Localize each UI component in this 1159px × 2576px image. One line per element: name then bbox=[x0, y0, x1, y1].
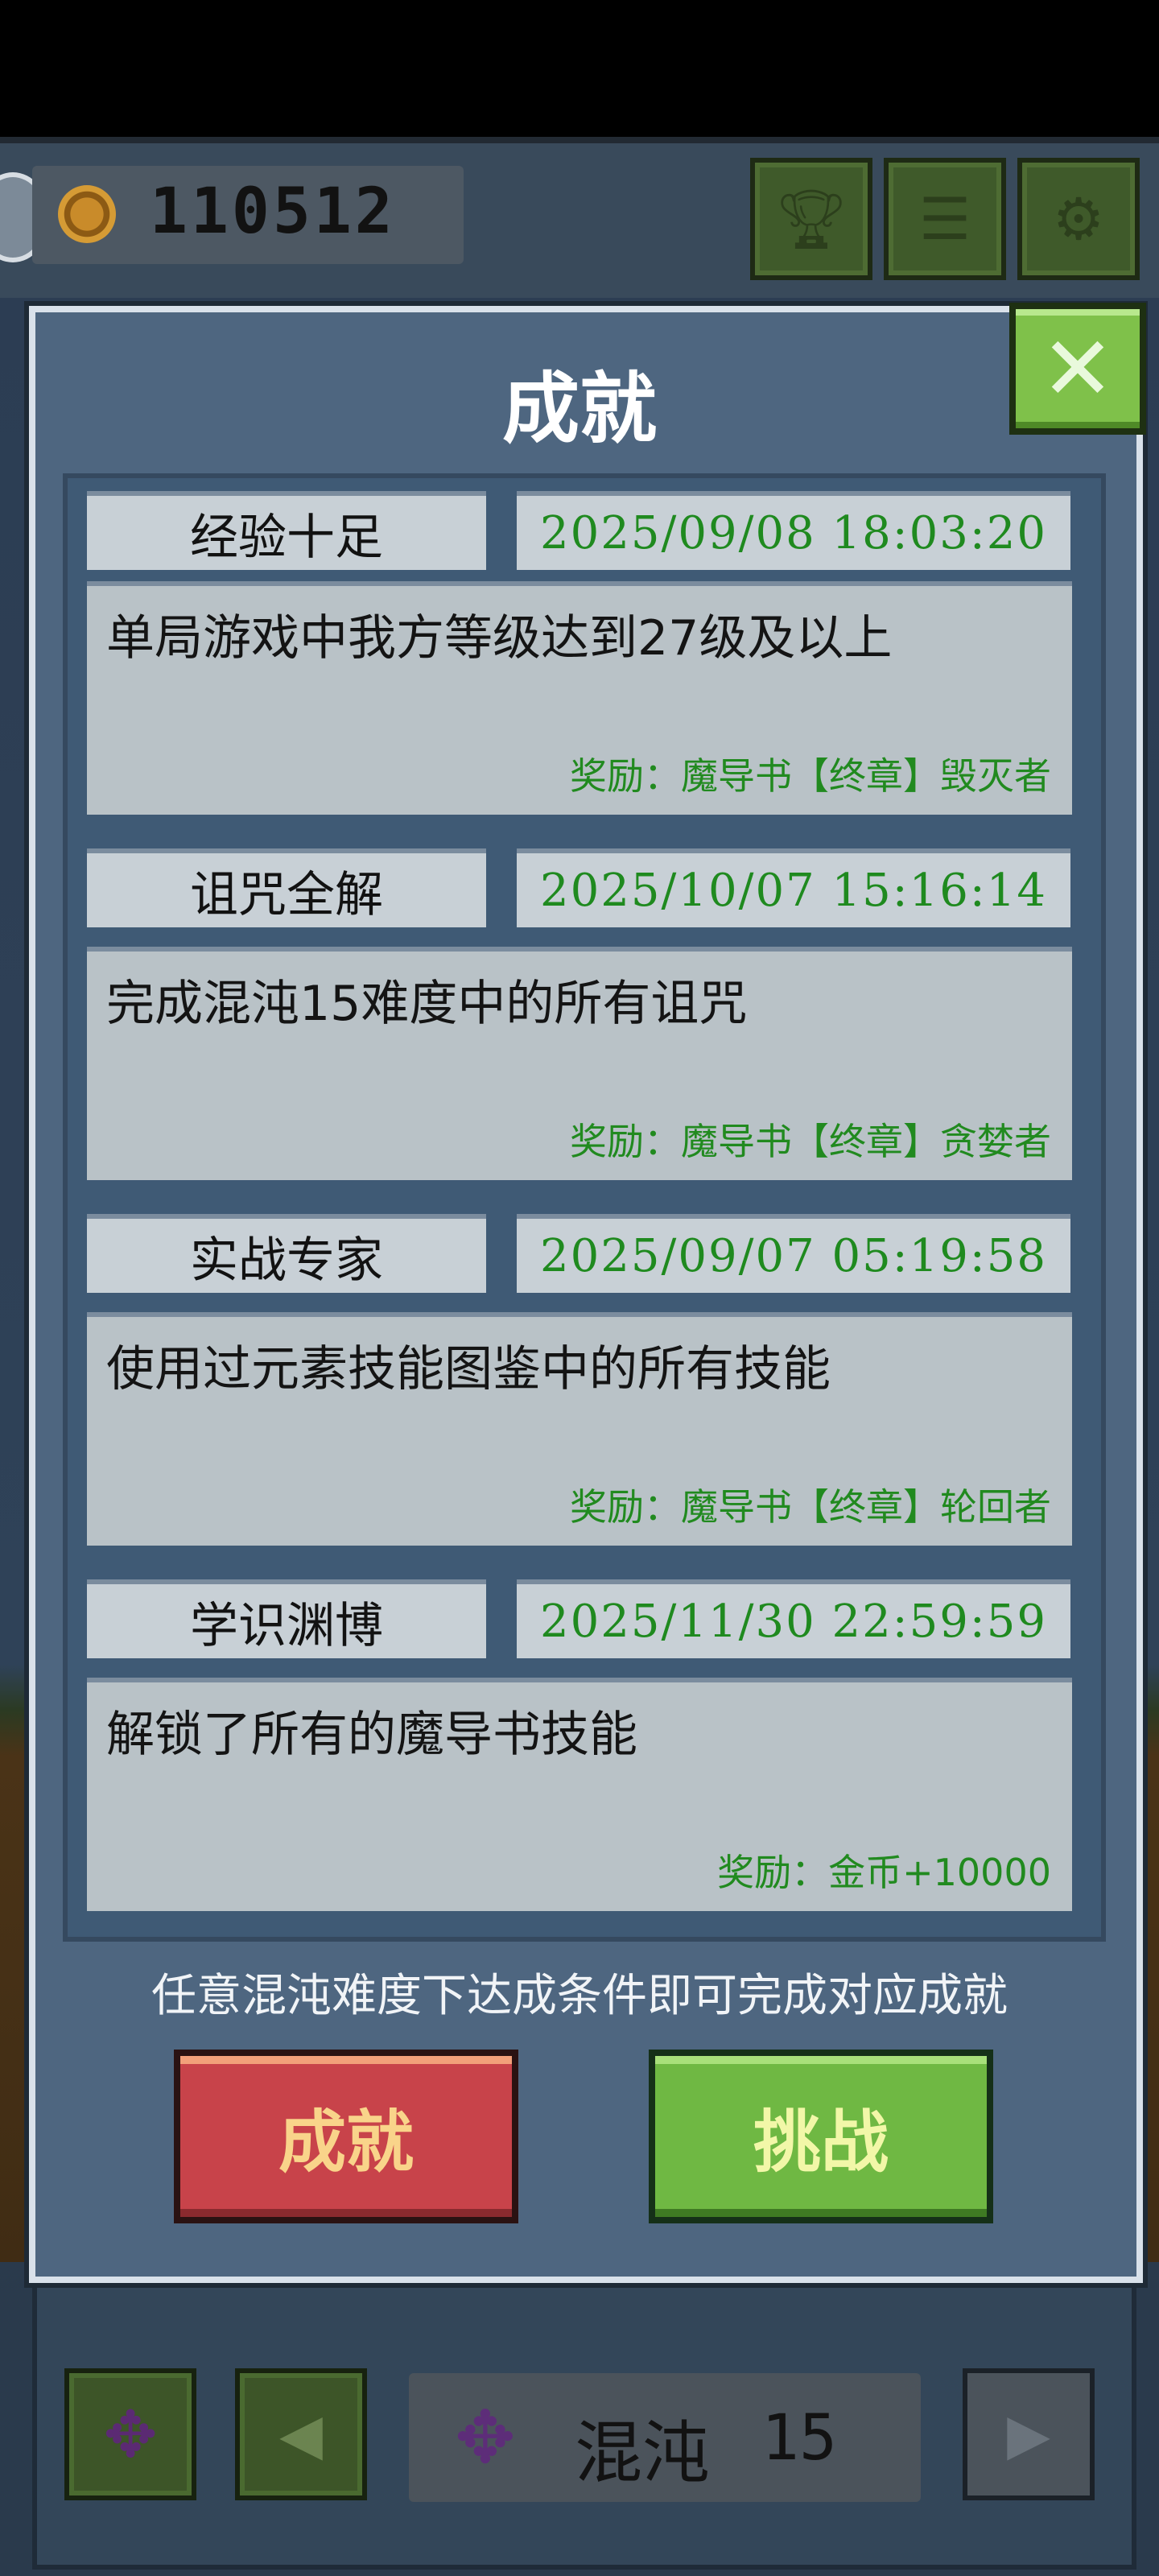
achievement-description: 解锁了所有的魔导书技能 bbox=[106, 1707, 637, 1763]
list-button[interactable]: ☰ bbox=[884, 158, 1006, 280]
close-button[interactable]: ✕ bbox=[1009, 303, 1146, 435]
achievement-card: 完成混沌15难度中的所有诅咒 奖励：魔导书【终章】贪婪者 bbox=[87, 947, 1072, 1180]
settings-button[interactable]: ⚙ bbox=[1017, 158, 1140, 280]
coin-value: 110512 bbox=[150, 175, 396, 248]
trophy-icon: 🏆︎ bbox=[774, 184, 848, 253]
achievement-name: 经验十足 bbox=[87, 491, 486, 570]
achievements-tab-button[interactable]: 成就 bbox=[174, 2050, 518, 2223]
chaos-flower-icon: ✥ bbox=[455, 2395, 516, 2480]
achievement-time: 2025/09/07 05:19:58 bbox=[517, 1214, 1070, 1293]
achievement-time: 2025/10/07 15:16:14 bbox=[517, 848, 1070, 927]
achievement-reward: 奖励：魔导书【终章】轮回者 bbox=[570, 1485, 1051, 1529]
chaos-flower-icon: ✥ bbox=[103, 2396, 158, 2472]
achievement-description: 单局游戏中我方等级达到27级及以上 bbox=[106, 610, 893, 667]
arrow-left-icon: ◀ bbox=[279, 2401, 323, 2467]
achievement-reward: 奖励：魔导书【终章】毁灭者 bbox=[570, 754, 1051, 798]
coin-icon bbox=[58, 185, 116, 243]
difficulty-level: 15 bbox=[761, 2402, 837, 2475]
achievement-name: 诅咒全解 bbox=[87, 848, 486, 927]
chaos-mode-button[interactable]: ✥ bbox=[64, 2368, 196, 2500]
achievement-reward: 奖励：魔导书【终章】贪婪者 bbox=[570, 1120, 1051, 1163]
hint-text: 任意混沌难度下达成条件即可完成对应成就 bbox=[151, 1970, 1008, 2022]
next-difficulty-button[interactable]: ▶ bbox=[963, 2368, 1095, 2500]
challenge-tab-button[interactable]: 挑战 bbox=[649, 2050, 993, 2223]
achievement-time: 2025/11/30 22:59:59 bbox=[517, 1579, 1070, 1658]
achievement-card: 单局游戏中我方等级达到27级及以上 奖励：魔导书【终章】毁灭者 bbox=[87, 581, 1072, 815]
achievement-reward: 奖励：金币+10000 bbox=[717, 1851, 1051, 1894]
achievement-name: 实战专家 bbox=[87, 1214, 486, 1293]
achievement-card: 使用过元素技能图鉴中的所有技能 奖励：魔导书【终章】轮回者 bbox=[87, 1312, 1072, 1546]
prev-difficulty-button[interactable]: ◀ bbox=[235, 2368, 367, 2500]
achievement-card: 解锁了所有的魔导书技能 奖励：金币+10000 bbox=[87, 1678, 1072, 1911]
settings-gear-icon: ⚙ bbox=[1052, 185, 1105, 253]
difficulty-label: 混沌 bbox=[575, 2413, 711, 2492]
dialog-title: 成就 bbox=[502, 364, 657, 454]
achievement-description: 完成混沌15难度中的所有诅咒 bbox=[106, 976, 748, 1032]
close-x-icon: ✕ bbox=[1040, 317, 1116, 420]
arrow-right-icon: ▶ bbox=[1007, 2401, 1050, 2467]
trophy-button[interactable]: 🏆︎ bbox=[750, 158, 872, 280]
top-black-bar bbox=[0, 0, 1159, 137]
list-icon: ☰ bbox=[918, 185, 971, 253]
achievement-time: 2025/09/08 18:03:20 bbox=[517, 491, 1070, 570]
achievement-name: 学识渊博 bbox=[87, 1579, 486, 1658]
achievement-description: 使用过元素技能图鉴中的所有技能 bbox=[106, 1341, 831, 1397]
